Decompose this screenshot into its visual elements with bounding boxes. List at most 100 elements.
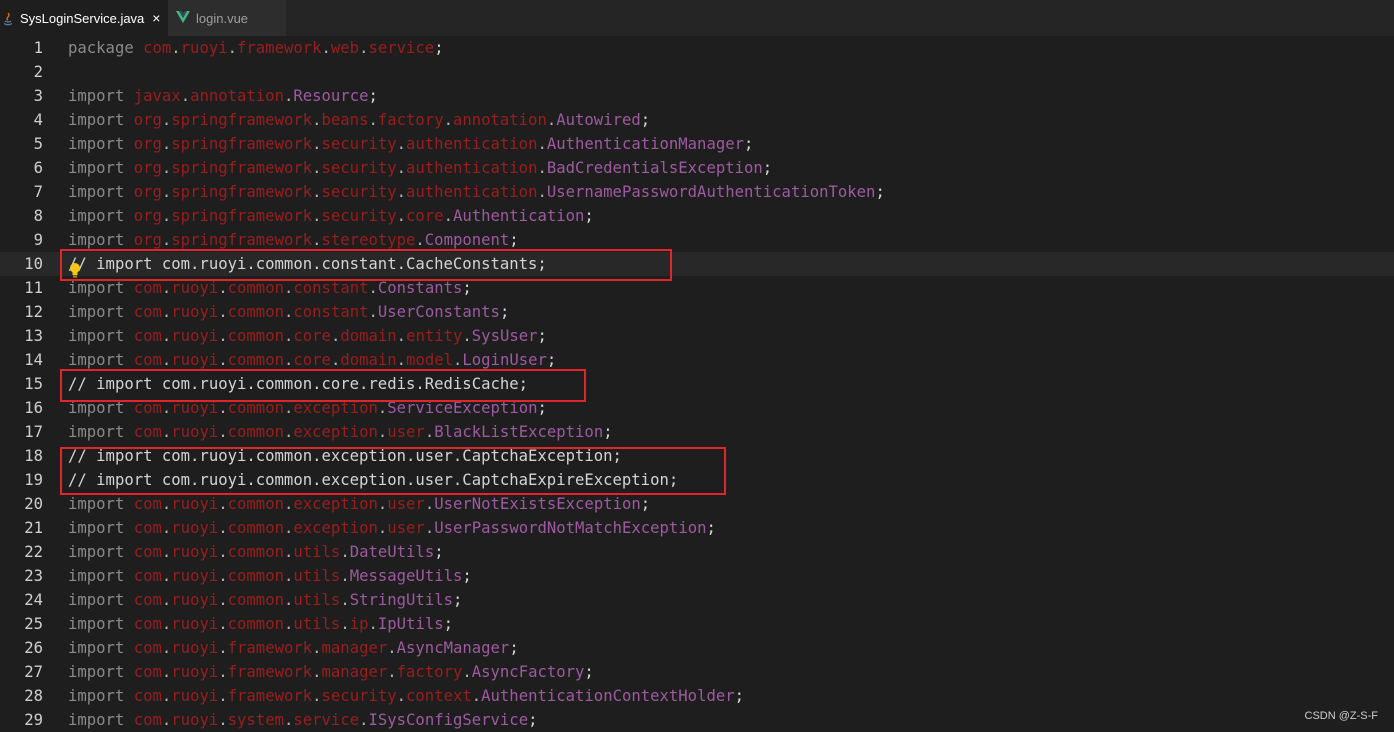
package-segment: com (134, 639, 162, 657)
package-segment: com (134, 423, 162, 441)
line-number: 22 (0, 540, 43, 564)
code-line[interactable]: 22import com.ruoyi.common.utils.DateUtil… (0, 540, 1394, 564)
package-segment: core (293, 327, 331, 345)
package-segment: authentication (406, 159, 537, 177)
package-segment: web (331, 39, 359, 57)
code-line[interactable]: 6import org.springframework.security.aut… (0, 156, 1394, 180)
code-line[interactable]: 12import com.ruoyi.common.constant.UserC… (0, 300, 1394, 324)
package-segment: manager (322, 663, 388, 681)
class-name: UserPasswordNotMatchException (434, 519, 706, 537)
package-segment: springframework (171, 159, 312, 177)
keyword: import (68, 615, 124, 633)
class-name: Authentication (453, 207, 584, 225)
package-segment: factory (378, 111, 444, 129)
package-segment: common (228, 591, 284, 609)
code-text: import org.springframework.beans.factory… (68, 108, 650, 132)
line-number: 11 (0, 276, 43, 300)
code-line[interactable]: 23import com.ruoyi.common.utils.MessageU… (0, 564, 1394, 588)
code-line[interactable]: 1package com.ruoyi.framework.web.service… (0, 36, 1394, 60)
keyword: import (68, 567, 124, 585)
editor-tab-bar: SysLoginService.java × login.vue (0, 0, 1394, 36)
line-number: 27 (0, 660, 43, 684)
class-name: SysUser (472, 327, 538, 345)
class-name: IpUtils (378, 615, 444, 633)
class-name: MessageUtils (350, 567, 463, 585)
line-number: 4 (0, 108, 43, 132)
code-text: import org.springframework.security.auth… (68, 132, 753, 156)
code-line[interactable]: 27 import com.ruoyi.framework.manager.fac… (0, 660, 1394, 684)
package-segment: common (228, 423, 284, 441)
code-line[interactable]: 25import com.ruoyi.common.utils.ip.IpUti… (0, 612, 1394, 636)
package-segment: context (406, 687, 472, 705)
package-segment: ruoyi (171, 519, 218, 537)
keyword: import (68, 663, 124, 681)
tab-login-vue[interactable]: login.vue (168, 0, 286, 36)
package-segment: user (387, 423, 425, 441)
tab-sysloginservice-java[interactable]: SysLoginService.java × (0, 0, 168, 36)
code-line[interactable]: 26import com.ruoyi.framework.manager.Asy… (0, 636, 1394, 660)
package-segment: ruoyi (171, 639, 218, 657)
code-line[interactable]: 21import com.ruoyi.common.exception.user… (0, 516, 1394, 540)
tab-label: login.vue (196, 11, 248, 26)
package-segment: core (293, 351, 331, 369)
keyword: import (68, 135, 124, 153)
package-segment: common (228, 351, 284, 369)
package-segment: exception (293, 495, 378, 513)
java-icon (2, 11, 12, 25)
line-number: 18 (0, 444, 43, 468)
package-segment: ruoyi (171, 495, 218, 513)
package-segment: framework (228, 687, 313, 705)
code-line[interactable]: 24 import com.ruoyi.common.utils.StringUt… (0, 588, 1394, 612)
code-line[interactable]: 4 import org.springframework.beans.factor… (0, 108, 1394, 132)
code-line[interactable]: 3import javax.annotation.Resource; (0, 84, 1394, 108)
class-name: StringUtils (350, 591, 453, 609)
class-name: BlackListException (434, 423, 603, 441)
code-text: import org.springframework.security.auth… (68, 156, 772, 180)
code-line[interactable]: 5import org.springframework.security.aut… (0, 132, 1394, 156)
line-number: 13 (0, 324, 43, 348)
package-segment: framework (228, 639, 313, 657)
line-number: 28 (0, 684, 43, 708)
line-number: 19 (0, 468, 43, 492)
class-name: ISysConfigService (368, 711, 528, 729)
code-text: import com.ruoyi.framework.manager.facto… (68, 660, 594, 684)
keyword: import (68, 111, 124, 129)
line-number: 15 (0, 372, 43, 396)
code-line[interactable]: 20import com.ruoyi.common.exception.user… (0, 492, 1394, 516)
package-segment: annotation (453, 111, 547, 129)
close-icon[interactable]: × (152, 10, 160, 26)
package-segment: utils (293, 615, 340, 633)
package-segment: com (134, 567, 162, 585)
package-segment: utils (293, 543, 340, 561)
package-segment: utils (293, 567, 340, 585)
class-name: AsyncFactory (472, 663, 585, 681)
code-editor[interactable]: 1package com.ruoyi.framework.web.service… (0, 36, 1394, 730)
package-segment: domain (340, 327, 396, 345)
code-line[interactable]: 2 (0, 60, 1394, 84)
class-name: UserNotExistsException (434, 495, 641, 513)
package-segment: factory (397, 663, 463, 681)
code-line[interactable]: 17import com.ruoyi.common.exception.user… (0, 420, 1394, 444)
package-segment: beans (322, 111, 369, 129)
code-text: import javax.annotation.Resource; (68, 84, 378, 108)
package-segment: stereotype (322, 231, 416, 249)
line-number: 12 (0, 300, 43, 324)
code-text: import com.ruoyi.common.exception.user.U… (68, 492, 650, 516)
package-segment: springframework (171, 183, 312, 201)
code-line[interactable]: 28import com.ruoyi.framework.security.co… (0, 684, 1394, 708)
code-line[interactable]: 8import org.springframework.security.cor… (0, 204, 1394, 228)
package-segment: service (368, 39, 434, 57)
line-number: 24 (0, 588, 43, 612)
code-line[interactable]: 13import com.ruoyi.common.core.domain.en… (0, 324, 1394, 348)
package-segment: com (134, 327, 162, 345)
package-segment: org (134, 207, 162, 225)
keyword: import (68, 639, 124, 657)
class-name: DateUtils (350, 543, 435, 561)
code-line[interactable]: 7import org.springframework.security.aut… (0, 180, 1394, 204)
code-text: import com.ruoyi.common.utils.ip.IpUtils… (68, 612, 453, 636)
code-text: import com.ruoyi.common.utils.StringUtil… (68, 588, 462, 612)
line-number: 7 (0, 180, 43, 204)
keyword: import (68, 687, 124, 705)
watermark: CSDN @Z-S-F (1305, 710, 1379, 722)
code-line[interactable]: 29import com.ruoyi.system.service.ISysCo… (0, 708, 1394, 732)
